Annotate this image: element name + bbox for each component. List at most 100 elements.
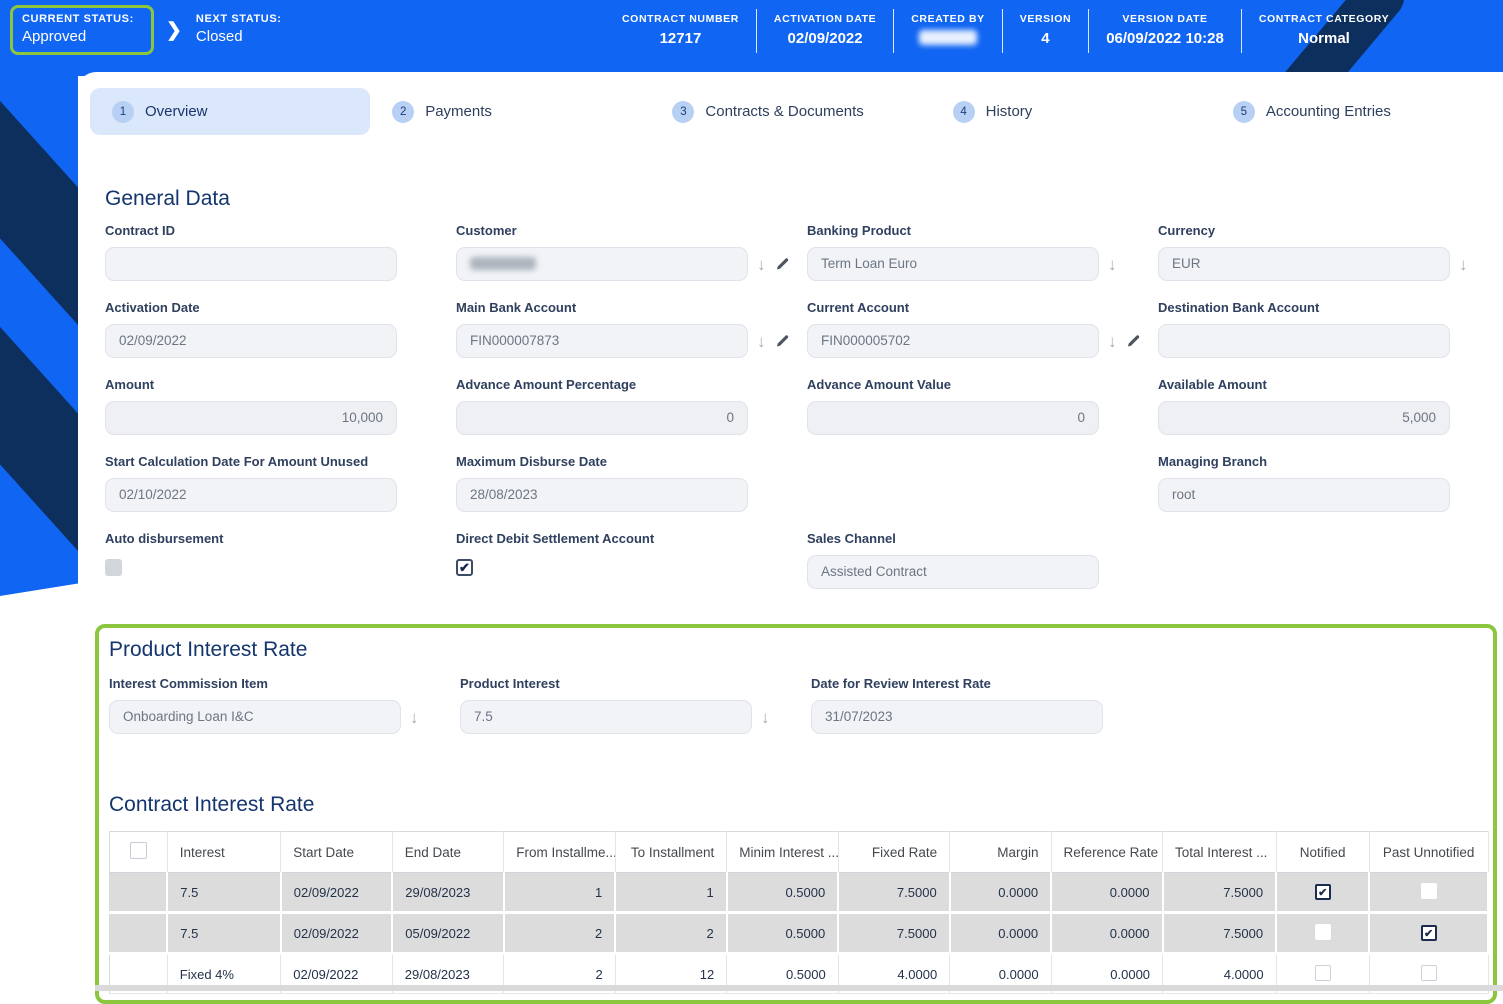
current-status-value: Approved bbox=[22, 28, 140, 45]
product-interest-label: Product Interest bbox=[460, 676, 752, 691]
destination-bank-account-input[interactable] bbox=[1158, 324, 1450, 358]
tab-bar: 1Overview2Payments 3 Contracts & Documents… bbox=[90, 88, 1491, 135]
edit-pencil-icon[interactable] bbox=[775, 257, 790, 272]
highlighted-interest-section: Product Interest Rate Interest Commissio… bbox=[95, 624, 1497, 1004]
product-interest-input[interactable]: 7.5 bbox=[460, 700, 752, 734]
past-unnotified-checkbox[interactable] bbox=[1421, 965, 1437, 981]
chevron-right-icon: ❯ bbox=[166, 19, 182, 42]
customer-input[interactable] bbox=[456, 247, 748, 281]
currency-label: Currency bbox=[1158, 223, 1450, 238]
info-item-value bbox=[911, 30, 984, 49]
contract-id-label: Contract ID bbox=[105, 223, 397, 238]
info-item-value: 12717 bbox=[622, 30, 739, 47]
cell-end-date: 29/08/2023 bbox=[392, 873, 503, 913]
field-customer: Customer↓ bbox=[456, 223, 748, 282]
current-status-box: CURRENT STATUS: Approved bbox=[10, 5, 154, 55]
cell-minim-interest: 0.5000 bbox=[727, 873, 838, 913]
field-banking-product: Banking ProductTerm Loan Euro↓ bbox=[807, 223, 1099, 282]
contract-id-input[interactable] bbox=[105, 247, 397, 281]
advance-amount-percentage-input[interactable]: 0 bbox=[456, 401, 748, 435]
currency-input[interactable]: EUR bbox=[1158, 247, 1450, 281]
tab-contracts-documents[interactable]: 3 Contracts & Documents bbox=[650, 88, 930, 135]
main-bank-account-input[interactable]: FIN000007873 bbox=[456, 324, 748, 358]
past-unnotified-checkbox[interactable]: ✔ bbox=[1421, 925, 1437, 941]
field-destination-bank-account: Destination Bank Account bbox=[1158, 300, 1450, 359]
info-item-value: 4 bbox=[1020, 30, 1071, 47]
tab-accounting-entries[interactable]: 5Accounting Entries bbox=[1211, 88, 1491, 135]
cell-from-installme: 2 bbox=[504, 913, 615, 954]
banking-product-input[interactable]: Term Loan Euro bbox=[807, 247, 1099, 281]
column-header-notified: Notified bbox=[1276, 832, 1369, 873]
notified-checkbox[interactable] bbox=[1315, 965, 1331, 981]
available-amount-control: 5,000 bbox=[1158, 401, 1450, 435]
column-header-reference-rate: Reference Rate bbox=[1051, 832, 1162, 873]
start-calculation-date-for-amount-unused-label: Start Calculation Date For Amount Unused bbox=[105, 454, 397, 469]
product-interest-title: Product Interest Rate bbox=[109, 638, 1489, 662]
sales-channel-input[interactable]: Assisted Contract bbox=[807, 555, 1099, 589]
field-contract-id: Contract ID bbox=[105, 223, 397, 282]
tab-label: History bbox=[986, 103, 1033, 120]
dropdown-arrow-icon[interactable]: ↓ bbox=[757, 256, 766, 273]
date-for-review-interest-rate-control: 31/07/2023 bbox=[811, 700, 1103, 734]
amount-input[interactable]: 10,000 bbox=[105, 401, 397, 435]
tab-label: Overview bbox=[145, 103, 208, 120]
managing-branch-input[interactable]: root bbox=[1158, 478, 1450, 512]
field-available-amount: Available Amount 5,000 bbox=[1158, 377, 1450, 436]
field-amount: Amount 10,000 bbox=[105, 377, 397, 436]
advance-amount-value-input[interactable]: 0 bbox=[807, 401, 1099, 435]
tab-label: Payments bbox=[425, 103, 492, 120]
table-row[interactable]: 7.502/09/202205/09/2022220.50007.50000.0… bbox=[110, 913, 1489, 954]
info-item-label: CREATED BY bbox=[911, 13, 984, 25]
tab-overview[interactable]: 1Overview bbox=[90, 88, 370, 135]
table-row[interactable]: 7.502/09/202229/08/2023110.50007.50000.0… bbox=[110, 873, 1489, 913]
main-content-panel: 1Overview2Payments3Contracts & Documents… bbox=[78, 72, 1503, 991]
status-group: CURRENT STATUS: Approved ❯ NEXT STATUS: … bbox=[10, 5, 282, 55]
field-interest-commission-item: Interest Commission ItemOnboarding Loan … bbox=[109, 676, 401, 735]
tab-history[interactable]: 4History bbox=[931, 88, 1211, 135]
past-unnotified-checkbox[interactable] bbox=[1421, 883, 1437, 899]
available-amount-input[interactable]: 5,000 bbox=[1158, 401, 1450, 435]
select-all-checkbox[interactable] bbox=[130, 842, 147, 859]
notified-checkbox[interactable] bbox=[1315, 924, 1331, 940]
activation-date-input[interactable]: 02/09/2022 bbox=[105, 324, 397, 358]
dropdown-arrow-icon[interactable]: ↓ bbox=[410, 709, 419, 726]
managing-branch-control: root bbox=[1158, 478, 1450, 512]
contract-interest-title: Contract Interest Rate bbox=[109, 793, 1489, 817]
tab-number-badge: 3 bbox=[672, 101, 694, 123]
general-data-title: General Data bbox=[105, 187, 1503, 211]
cell-fixed-rate: 7.5000 bbox=[838, 913, 949, 954]
amount-label: Amount bbox=[105, 377, 397, 392]
edit-pencil-icon[interactable] bbox=[1126, 334, 1141, 349]
dropdown-arrow-icon[interactable]: ↓ bbox=[757, 333, 766, 350]
bottom-gray-strip bbox=[95, 985, 1503, 991]
dropdown-arrow-icon[interactable]: ↓ bbox=[1108, 256, 1117, 273]
direct-debit-settlement-account-checkbox[interactable]: ✔ bbox=[456, 559, 473, 576]
notified-checkbox[interactable]: ✔ bbox=[1315, 884, 1331, 900]
info-item-version: VERSION4 bbox=[1002, 9, 1088, 53]
auto-disbursement-checkbox[interactable] bbox=[105, 559, 122, 576]
product-interest-control: 7.5↓ bbox=[460, 700, 752, 734]
current-account-input[interactable]: FIN000005702 bbox=[807, 324, 1099, 358]
advance-amount-percentage-control: 0 bbox=[456, 401, 748, 435]
cell-to-installment: 2 bbox=[615, 913, 726, 954]
dropdown-arrow-icon[interactable]: ↓ bbox=[1108, 333, 1117, 350]
field-sales-channel: Sales ChannelAssisted Contract bbox=[807, 531, 1099, 590]
dropdown-arrow-icon[interactable]: ↓ bbox=[761, 709, 770, 726]
dropdown-arrow-icon[interactable]: ↓ bbox=[1459, 256, 1468, 273]
maximum-disburse-date-input[interactable]: 28/08/2023 bbox=[456, 478, 748, 512]
tab-label: Contracts & Documents bbox=[705, 103, 863, 120]
current-status-label: CURRENT STATUS: bbox=[22, 13, 140, 25]
field-direct-debit-settlement-account: Direct Debit Settlement Account✔ bbox=[456, 531, 748, 590]
cell-reference-rate: 0.0000 bbox=[1051, 913, 1162, 954]
tab-payments[interactable]: 2Payments bbox=[370, 88, 650, 135]
date-for-review-interest-rate-input[interactable]: 31/07/2023 bbox=[811, 700, 1103, 734]
edit-pencil-icon[interactable] bbox=[775, 334, 790, 349]
cell-past-unnotified bbox=[1369, 873, 1488, 913]
activation-date-label: Activation Date bbox=[105, 300, 397, 315]
banking-product-label: Banking Product bbox=[807, 223, 1099, 238]
available-amount-label: Available Amount bbox=[1158, 377, 1450, 392]
start-calculation-date-for-amount-unused-input[interactable]: 02/10/2022 bbox=[105, 478, 397, 512]
interest-commission-item-input[interactable]: Onboarding Loan I&C bbox=[109, 700, 401, 734]
field-product-interest: Product Interest 7.5↓ bbox=[460, 676, 752, 735]
cell-start-date: 02/09/2022 bbox=[281, 873, 392, 913]
